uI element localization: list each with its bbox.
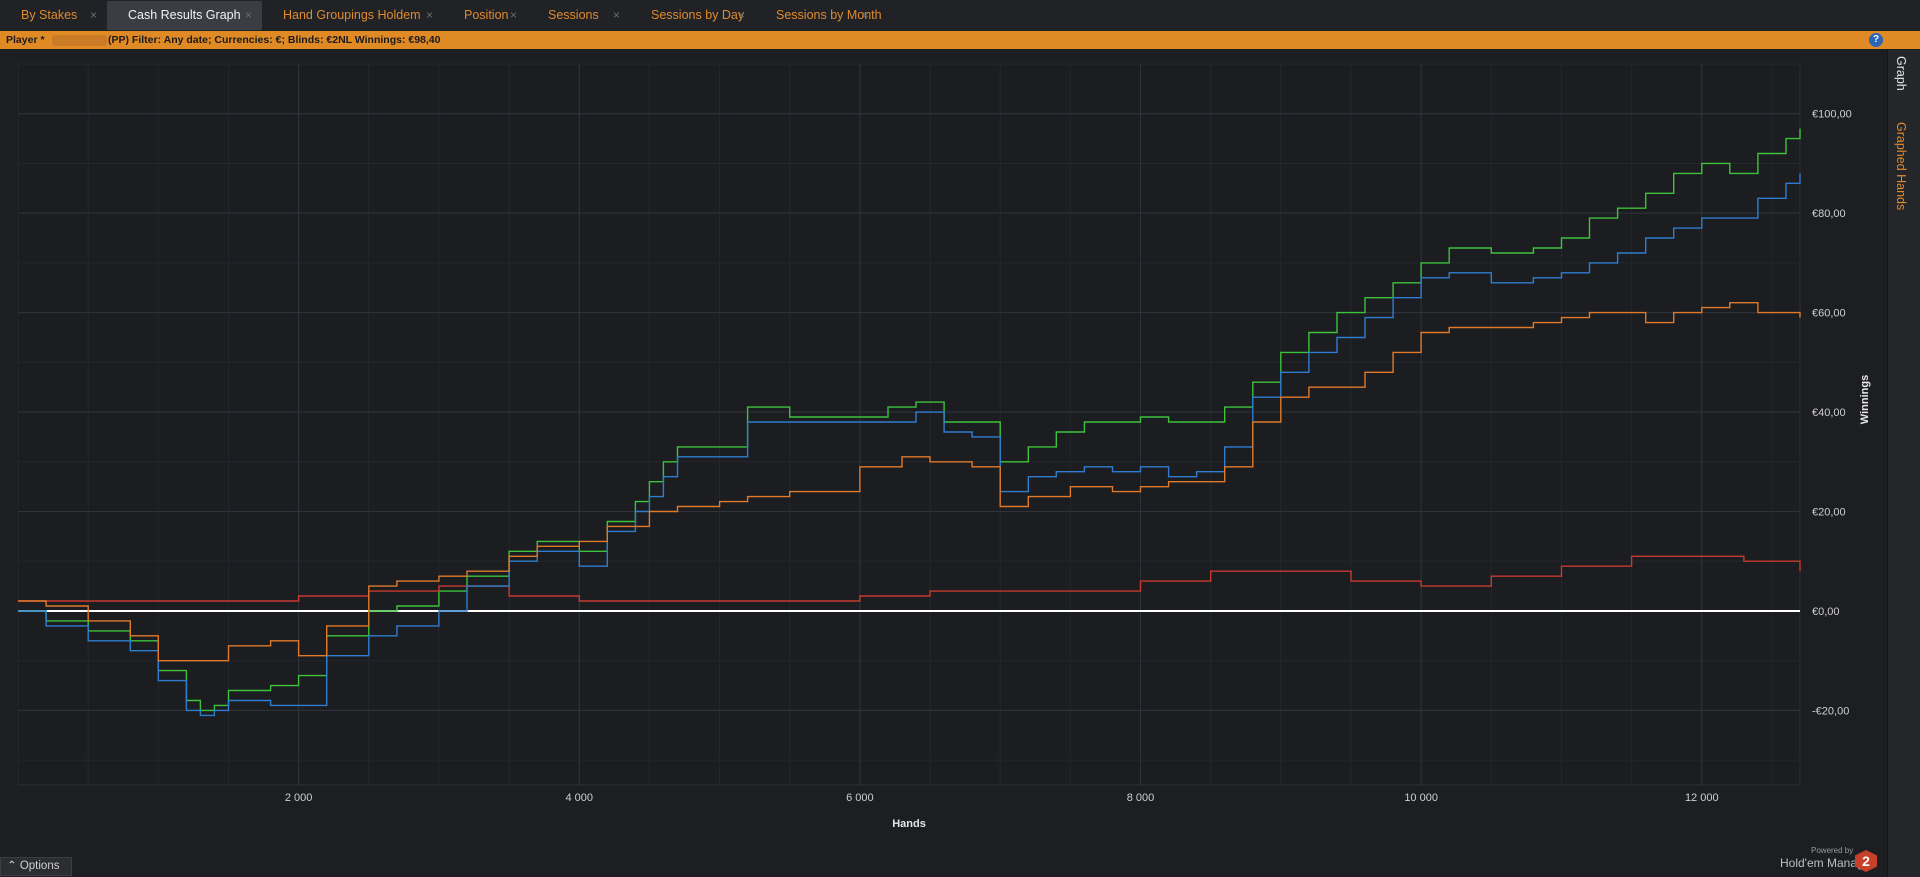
redacted-player-name bbox=[52, 35, 107, 46]
tab-sessions[interactable]: Sessions × bbox=[527, 1, 630, 30]
close-icon[interactable]: × bbox=[426, 1, 433, 30]
tab-position[interactable]: Position × bbox=[443, 1, 527, 30]
branding: Powered by Hold'em Manager 2 bbox=[1780, 846, 1880, 876]
y-tick-label: €40,00 bbox=[1812, 407, 1846, 419]
x-tick-label: 12 000 bbox=[1685, 792, 1719, 804]
filter-bar: Player * (PP) Filter: Any date; Currenci… bbox=[0, 31, 1920, 49]
plot-area bbox=[17, 63, 1801, 786]
close-icon[interactable]: × bbox=[613, 1, 620, 30]
tab-label: Sessions bbox=[548, 8, 599, 22]
cash-results-graph: -€20,00 €0,00 €20,00 €40,00 €60,00 €80,00 €100… bbox=[0, 50, 1886, 850]
y-tick-label: €100,00 bbox=[1812, 109, 1852, 121]
close-icon[interactable]: × bbox=[862, 1, 869, 30]
x-tick-label: 4 000 bbox=[565, 792, 593, 804]
y-tick-label: €80,00 bbox=[1812, 208, 1846, 220]
tab-sessions-by-day[interactable]: Sessions by Day × bbox=[630, 1, 755, 30]
tab-sessions-by-month[interactable]: Sessions by Month × bbox=[755, 1, 882, 30]
side-tab-graph[interactable]: Graph bbox=[1894, 56, 1908, 91]
x-tick-label: 10 000 bbox=[1404, 792, 1438, 804]
y-axis-title: Winnings bbox=[1859, 375, 1871, 424]
y-tick-label: €20,00 bbox=[1812, 507, 1846, 519]
y-tick-label: €60,00 bbox=[1812, 308, 1846, 320]
y-tick-label: -€20,00 bbox=[1812, 705, 1849, 717]
tab-label: By Stakes bbox=[21, 8, 78, 22]
tab-cash-results-graph[interactable]: Cash Results Graph × bbox=[107, 1, 262, 30]
powered-by-text: Powered by bbox=[1811, 846, 1854, 855]
close-icon[interactable]: × bbox=[90, 1, 97, 30]
tab-bar: By Stakes × Cash Results Graph × Hand Groupi… bbox=[0, 0, 1920, 32]
help-icon[interactable]: ? bbox=[1869, 33, 1883, 47]
x-tick-label: 6 000 bbox=[846, 792, 874, 804]
tab-hand-groupings-holdem[interactable]: Hand Groupings Holdem × bbox=[262, 1, 443, 30]
side-tab-graphed-hands[interactable]: Graphed Hands bbox=[1894, 122, 1908, 210]
close-icon[interactable]: × bbox=[510, 1, 517, 30]
tab-by-stakes[interactable]: By Stakes × bbox=[0, 1, 107, 30]
x-tick-label: 8 000 bbox=[1127, 792, 1155, 804]
filter-summary: (PP) Filter: Any date; Currencies: €; Bl… bbox=[108, 34, 441, 46]
close-icon[interactable]: × bbox=[738, 1, 745, 30]
tab-label: Sessions by Day bbox=[651, 8, 745, 22]
chart-svg: -€20,00 €0,00 €20,00 €40,00 €60,00 €80,00 €100… bbox=[17, 63, 1871, 830]
tab-label: Cash Results Graph bbox=[128, 8, 241, 22]
close-icon[interactable]: × bbox=[245, 1, 252, 30]
chevron-up-icon: ⌃ bbox=[7, 860, 17, 872]
x-axis-title: Hands bbox=[892, 818, 926, 830]
options-label: Options bbox=[19, 860, 60, 872]
y-tick-label: €0,00 bbox=[1812, 606, 1840, 618]
tab-label: Hand Groupings Holdem bbox=[283, 8, 421, 22]
tab-label: Position bbox=[464, 8, 509, 22]
player-label: Player * bbox=[6, 34, 45, 46]
options-button[interactable]: ⌃ Options bbox=[0, 857, 72, 876]
side-panel: Graph Graphed Hands bbox=[1887, 50, 1920, 877]
x-tick-label: 2 000 bbox=[285, 792, 313, 804]
